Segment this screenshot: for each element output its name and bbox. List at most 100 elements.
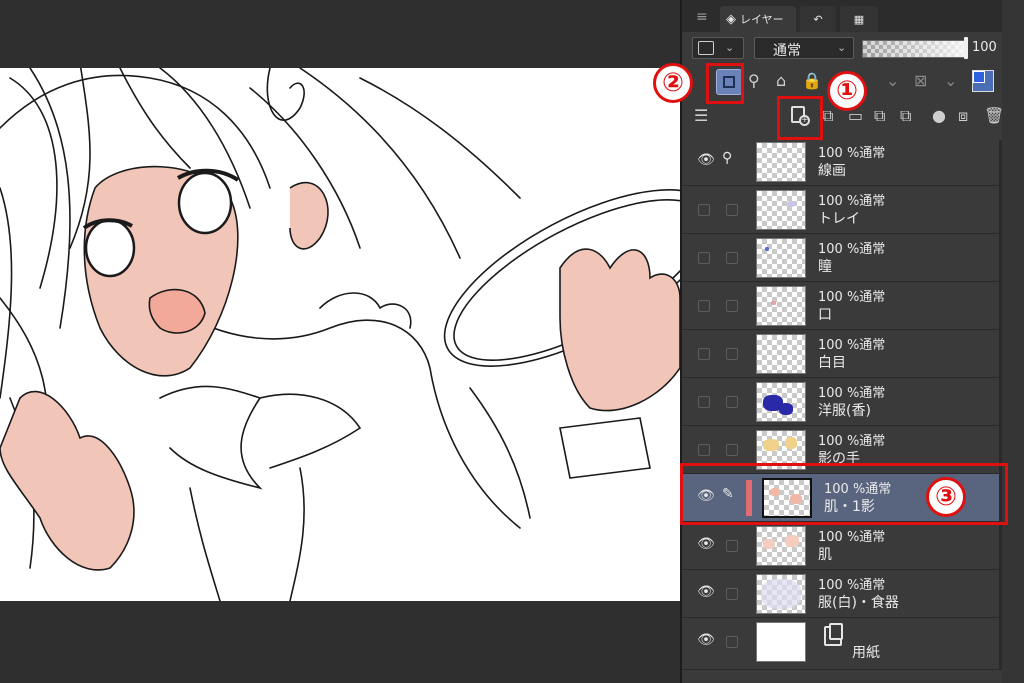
layer-row-skin[interactable]: 👁 100 %通常 肌 — [682, 522, 1024, 570]
layer-mode: 100 %通常 — [818, 146, 886, 161]
layer-property-row: ⌄ 通常 ⌄ 100 ▲▼ — [682, 36, 1024, 62]
layer-mode: 100 %通常 — [818, 530, 886, 545]
layer-name: 白目 — [818, 355, 846, 371]
tab-history[interactable]: ↶ — [800, 6, 836, 32]
visibility-toggle[interactable] — [698, 252, 710, 264]
opacity-slider-handle[interactable] — [964, 37, 968, 59]
layer-row-paper[interactable]: 👁 用紙 — [682, 618, 1024, 670]
chevron-down-icon: ⌄ — [725, 41, 735, 54]
layer-mask-icon[interactable]: ● — [932, 106, 946, 125]
layer-edit-toggle[interactable] — [726, 300, 738, 312]
undo-history-icon: ↶ — [813, 12, 823, 26]
layer-edit-toggle[interactable] — [726, 348, 738, 360]
layer-mode: 100 %通常 — [818, 290, 886, 305]
layer-mode: 100 %通常 — [818, 434, 886, 449]
layers-icon: ◈ — [726, 11, 736, 27]
blend-mode-select[interactable]: 通常 ⌄ — [754, 37, 854, 59]
tab-layer[interactable]: ◈ レイヤー — [720, 6, 796, 32]
mask-disabled-icon[interactable]: ⊠ — [914, 71, 927, 90]
eye-icon[interactable]: 👁 — [696, 152, 716, 168]
combine-down-icon[interactable]: ⧉ — [900, 106, 911, 126]
layer-mode: 100 %通常 — [818, 386, 886, 401]
visibility-toggle[interactable] — [698, 204, 710, 216]
layer-thumbnail — [756, 526, 806, 566]
lock-icon[interactable]: 🔒 — [802, 71, 822, 90]
clip-lower-layer-icon[interactable]: ⌂ — [776, 71, 786, 90]
layer-edit-toggle[interactable] — [726, 396, 738, 408]
layer-palette-menu-icon[interactable]: ☰ — [694, 106, 708, 125]
highlight-new-layer — [777, 96, 823, 140]
timeline-icon: ▦ — [853, 12, 865, 26]
layer-thumbnail — [756, 238, 806, 278]
canvas-area[interactable] — [0, 0, 680, 683]
scrollbar[interactable] — [999, 140, 1002, 670]
layer-thumbnail — [756, 622, 806, 662]
layer-name: 洋服(香) — [818, 403, 871, 419]
apply-mask-icon[interactable]: ⧈ — [958, 106, 968, 126]
layer-edit-toggle[interactable] — [726, 444, 738, 456]
annotation-number-3: ③ — [926, 477, 966, 517]
blend-mode-value: 通常 — [773, 43, 801, 59]
layer-name: 口 — [818, 307, 832, 323]
layer-thumbnail — [756, 574, 806, 614]
layer-name: 瞳 — [818, 259, 832, 275]
layer-color-dropdown[interactable]: ⌄ — [692, 37, 744, 59]
drawing-canvas[interactable] — [0, 68, 680, 601]
layer-name: トレイ — [818, 211, 860, 227]
layer-row-eye-white[interactable]: 100 %通常 白目 — [682, 330, 1024, 378]
opacity-slider[interactable] — [862, 40, 966, 58]
paper-layer-icon — [824, 623, 843, 646]
layer-edit-toggle[interactable] — [726, 540, 738, 552]
main-color-swatch — [973, 71, 985, 83]
visibility-toggle[interactable] — [698, 396, 710, 408]
layer-thumbnail — [756, 190, 806, 230]
menu-icon[interactable]: ≡ — [696, 9, 708, 25]
chevron-down-icon[interactable]: ⌄ — [944, 71, 957, 90]
eye-icon[interactable]: 👁 — [696, 536, 716, 552]
layer-row-mouth[interactable]: 100 %通常 口 — [682, 282, 1024, 330]
layer-thumbnail — [756, 286, 806, 326]
visibility-toggle[interactable] — [698, 348, 710, 360]
tab-timeline[interactable]: ▦ — [840, 6, 878, 32]
annotation-number-2: ② — [653, 63, 693, 103]
layer-color-swatch[interactable] — [972, 70, 994, 92]
layer-name: 服(白)・食器 — [818, 595, 899, 611]
panel-scroll-gutter — [1002, 0, 1024, 683]
layer-mode: 100 %通常 — [818, 578, 886, 593]
chevron-down-icon: ⌄ — [837, 41, 847, 54]
layer-edit-toggle[interactable] — [726, 204, 738, 216]
layer-name: 線画 — [818, 163, 846, 179]
layer-thumbnail — [756, 142, 806, 182]
highlight-reference-layer — [706, 63, 744, 104]
eye-icon[interactable]: 👁 — [696, 632, 716, 648]
layer-mode: 100 %通常 — [818, 338, 886, 353]
layer-row-lineart[interactable]: 👁 ⚲ 100 %通常 線画 — [682, 138, 1024, 186]
annotation-number-1: ① — [827, 71, 867, 111]
lightbulb-icon: ⚲ — [722, 150, 733, 166]
layer-color-square-icon — [698, 41, 714, 55]
visibility-toggle[interactable] — [698, 300, 710, 312]
tab-layer-label: レイヤー — [740, 13, 784, 26]
layer-mode: 100 %通常 — [818, 242, 886, 257]
opacity-value[interactable]: 100 — [972, 40, 997, 55]
layer-row-clothes-color[interactable]: 100 %通常 洋服(香) — [682, 378, 1024, 426]
layer-thumbnail — [756, 382, 806, 422]
layer-row-white-clothes[interactable]: 👁 100 %通常 服(白)・食器 — [682, 570, 1024, 618]
layer-edit-toggle[interactable] — [726, 588, 738, 600]
layer-mode: 100 %通常 — [818, 194, 886, 209]
draft-layer-icon[interactable]: ⚲ — [748, 71, 760, 90]
layer-thumbnail — [756, 334, 806, 374]
layer-name: 肌 — [818, 547, 832, 563]
new-vector-layer-icon[interactable]: ⧉ — [822, 106, 833, 126]
layer-edit-toggle[interactable] — [726, 636, 738, 648]
panel-tabbar: ≡ ◈ レイヤー ↶ ▦ — [682, 0, 1024, 32]
layer-name: 用紙 — [852, 645, 880, 661]
chevron-down-icon[interactable]: ⌄ — [886, 71, 899, 90]
layer-row-pupil[interactable]: 100 %通常 瞳 — [682, 234, 1024, 282]
layer-edit-toggle[interactable] — [726, 252, 738, 264]
layer-row-tray[interactable]: 100 %通常 トレイ — [682, 186, 1024, 234]
visibility-toggle[interactable] — [698, 444, 710, 456]
illustration-line-art — [0, 68, 680, 601]
eye-icon[interactable]: 👁 — [696, 584, 716, 600]
transfer-down-icon[interactable]: ⧉ — [874, 106, 885, 126]
